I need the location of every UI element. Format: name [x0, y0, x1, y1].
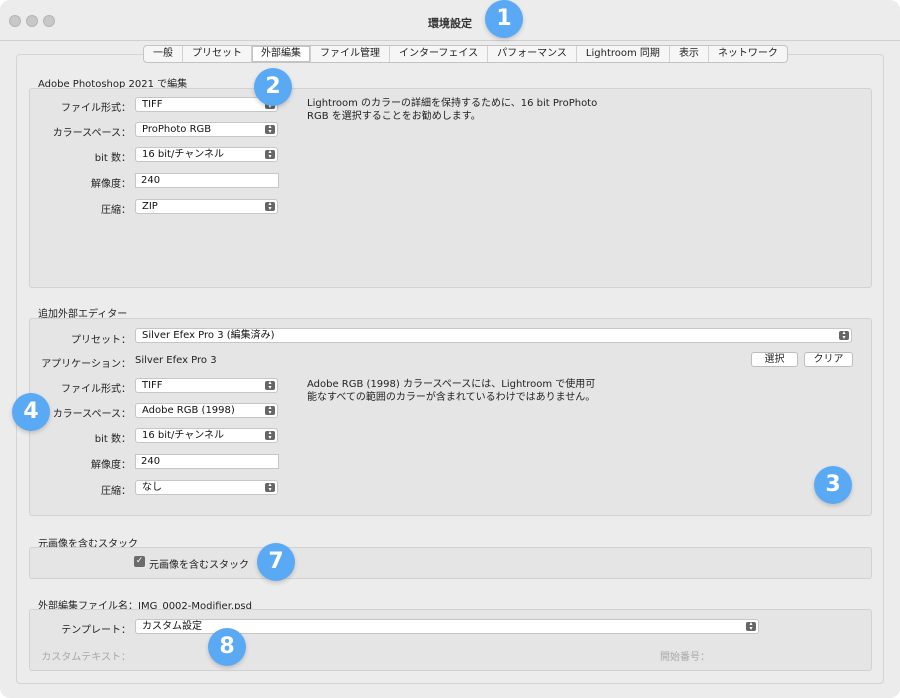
- ps-color-space-label: カラースペース：: [52, 128, 131, 139]
- callout-badge-3: 3: [814, 466, 852, 504]
- chevron-updown-icon: ▴▾: [265, 149, 275, 159]
- chevron-updown-icon: ▴▾: [839, 330, 849, 340]
- ps-resolution-input[interactable]: 240: [135, 173, 279, 188]
- start-number-label: 開始番号：: [660, 652, 710, 663]
- choose-application-button[interactable]: 選択: [751, 352, 798, 367]
- ed-file-format-label: ファイル形式：: [61, 384, 131, 395]
- ps-compression-label: 圧縮：: [101, 205, 131, 216]
- stack-with-original-checkbox[interactable]: ✓: [134, 556, 145, 567]
- callout-badge-8: 8: [208, 628, 246, 666]
- ed-resolution-input[interactable]: 240: [135, 454, 279, 469]
- ps-resolution-label: 解像度：: [91, 179, 131, 190]
- ps-color-space-select[interactable]: ProPhoto RGB ▴ ▾: [135, 122, 278, 137]
- ed-compression-label: 圧縮：: [101, 486, 131, 497]
- tab-lightroom-sync[interactable]: Lightroom 同期: [575, 46, 669, 62]
- ps-file-format-select[interactable]: TIFF▴▾: [135, 97, 278, 112]
- ed-bit-depth-select[interactable]: 16 bit/チャンネル ▴ ▾: [135, 428, 278, 443]
- chevron-updown-icon: ▴▾: [265, 380, 275, 390]
- chevron-updown-icon: ▴▾: [265, 405, 275, 415]
- ps-file-format-label: ファイル形式：: [61, 103, 131, 114]
- ed-color-space-select[interactable]: Adobe RGB (1998) ▴ ▾: [135, 403, 278, 418]
- preferences-window: 環境設定 一般 プリセット 外部編集 ファイル管理 インターフェイス パフォーマ…: [0, 0, 900, 698]
- tab-file-handling[interactable]: ファイル管理: [310, 46, 389, 62]
- chevron-updown-icon: ▴▾: [746, 621, 756, 631]
- ps-recommendation-note: Lightroom のカラーの詳細を保持するために、16 bit ProPhot…: [307, 98, 598, 122]
- ed-compression-select[interactable]: なし ▴ ▾: [135, 480, 278, 495]
- tab-performance[interactable]: パフォーマンス: [487, 46, 576, 62]
- chevron-updown-icon: ▴▾: [265, 201, 275, 211]
- window-title: 環境設定: [428, 17, 472, 30]
- title-bar: 環境設定: [0, 0, 900, 41]
- ps-bit-depth-select[interactable]: 16 bit/チャンネル ▴ ▾: [135, 147, 278, 162]
- callout-badge-7: 7: [257, 543, 295, 581]
- ed-color-space-note: Adobe RGB (1998) カラースペースには、Lightroom で使用…: [307, 379, 596, 403]
- ed-file-format-select[interactable]: TIFF ▴ ▾: [135, 378, 278, 393]
- tab-network[interactable]: ネットワーク: [707, 46, 787, 62]
- tab-presets[interactable]: プリセット: [182, 46, 251, 62]
- tab-general[interactable]: 一般: [144, 46, 182, 62]
- tab-display[interactable]: 表示: [668, 46, 708, 62]
- ps-bit-depth-label: bit 数：: [94, 153, 131, 164]
- preferences-tab-bar: 一般 プリセット 外部編集 ファイル管理 インターフェイス パフォーマンス Li…: [143, 45, 788, 63]
- custom-text-label: カスタムテキスト：: [41, 652, 131, 663]
- chevron-updown-icon: ▴▾: [265, 430, 275, 440]
- ed-bit-depth-label: bit 数：: [94, 434, 131, 445]
- template-label: テンプレート：: [61, 625, 131, 636]
- clear-application-button[interactable]: クリア: [804, 352, 853, 367]
- preset-select[interactable]: Silver Efex Pro 3 (編集済み) ▴ ▾: [135, 328, 852, 343]
- application-name: Silver Efex Pro 3: [135, 355, 217, 366]
- chevron-updown-icon: ▴▾: [265, 124, 275, 134]
- stack-with-original-label: 元画像を含むスタック: [149, 560, 249, 571]
- tab-interface[interactable]: インターフェイス: [389, 46, 487, 62]
- chevron-updown-icon: ▴▾: [265, 482, 275, 492]
- ed-resolution-label: 解像度：: [91, 460, 131, 471]
- callout-badge-2: 2: [254, 68, 292, 106]
- callout-badge-1: 1: [485, 0, 523, 38]
- ps-compression-select[interactable]: ZIP ▴ ▾: [135, 199, 278, 214]
- callout-badge-4: 4: [12, 393, 50, 431]
- preset-label: プリセット：: [71, 335, 131, 346]
- tab-external-editing[interactable]: 外部編集: [251, 46, 310, 62]
- application-label: アプリケーション：: [41, 359, 131, 370]
